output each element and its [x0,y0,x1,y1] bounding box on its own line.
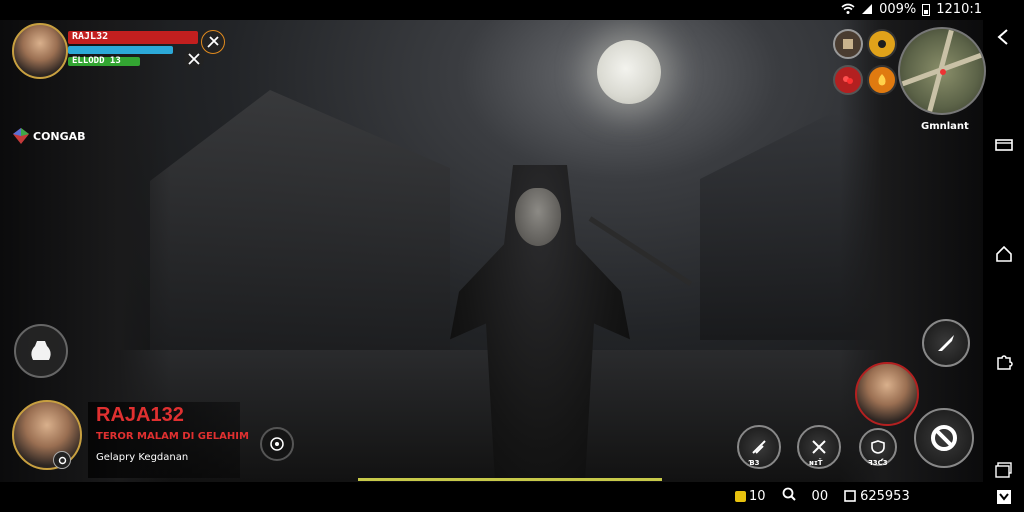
gems-value: 625953 [860,488,910,504]
shield-icon [871,440,885,454]
progress-bar [358,478,662,481]
coin-counter[interactable]: 10 [735,489,766,504]
stacked-windows-icon[interactable] [993,459,1015,481]
achievement-icon[interactable] [867,29,897,59]
attack-button[interactable] [922,319,970,367]
sword-icon [938,335,954,351]
tools-icon[interactable] [184,49,204,69]
player-card-name: RAJA132 [96,404,184,426]
settings-badge-icon[interactable] [53,451,71,469]
skill-icon[interactable] [201,30,225,54]
download-icon[interactable] [993,486,1015,508]
health-label: RAJL32 [72,31,109,42]
main-action-button[interactable] [914,408,974,468]
stats-label: ELLODD 13 [72,56,121,66]
left-house [150,90,450,350]
skill-button-1-label: Ɓ3 [749,459,760,467]
target-icon[interactable] [260,427,294,461]
game-screen: 009% 1210:1 RAJL32 ELLODD 13 CONGAB Gmnl… [0,0,1024,512]
claw-icon [752,440,766,454]
player-card-caption: Gelapry Kegdanan [96,452,189,463]
fire-icon[interactable] [867,65,897,95]
skill-button-2-label: ɴɪŤ [809,459,823,467]
square-icon [844,490,856,502]
puzzle-icon[interactable] [993,351,1015,373]
no-entry-icon [931,425,957,451]
home-icon[interactable] [993,243,1015,265]
enemy-portrait[interactable] [855,362,919,426]
map-scroll-icon[interactable] [833,29,863,59]
coin-icon [735,490,746,502]
skill-button-3-label: ꟻ3Ƈ3 [868,459,888,467]
moon [597,40,661,104]
clock: 1210:1 [936,1,982,17]
search-icon[interactable] [782,487,796,505]
mana-bar [68,46,173,54]
side-label: CONGAB [33,130,86,143]
minimap[interactable] [898,27,986,115]
player-avatar[interactable] [12,23,68,79]
battery-percent: 009% [879,1,917,17]
player-card-subtitle: TEROR MALAM DI GELAHIM [96,431,249,442]
minimap-label: Gmnlant [921,121,969,132]
gems-counter[interactable]: 625953 [844,489,910,504]
status-bar: 009% 1210:1 [841,0,982,18]
inventory-bag-icon[interactable] [14,324,68,378]
gem-icon[interactable] [11,126,31,146]
back-arrow-icon[interactable] [993,26,1015,48]
signal-icon [862,4,873,14]
battery-icon [922,3,931,16]
recents-icon[interactable] [993,134,1015,156]
coin-value: 10 [749,488,766,504]
player-card-avatar[interactable] [12,400,82,470]
item-counter: 00 [811,488,829,504]
berries-icon[interactable] [833,65,863,95]
bottom-bar: 10 00 625953 [735,486,910,506]
player-marker [940,69,946,75]
figure-mask [515,188,561,246]
wifi-icon [841,3,855,14]
cross-blades-icon [812,440,826,454]
system-nav-bar [983,0,1024,512]
